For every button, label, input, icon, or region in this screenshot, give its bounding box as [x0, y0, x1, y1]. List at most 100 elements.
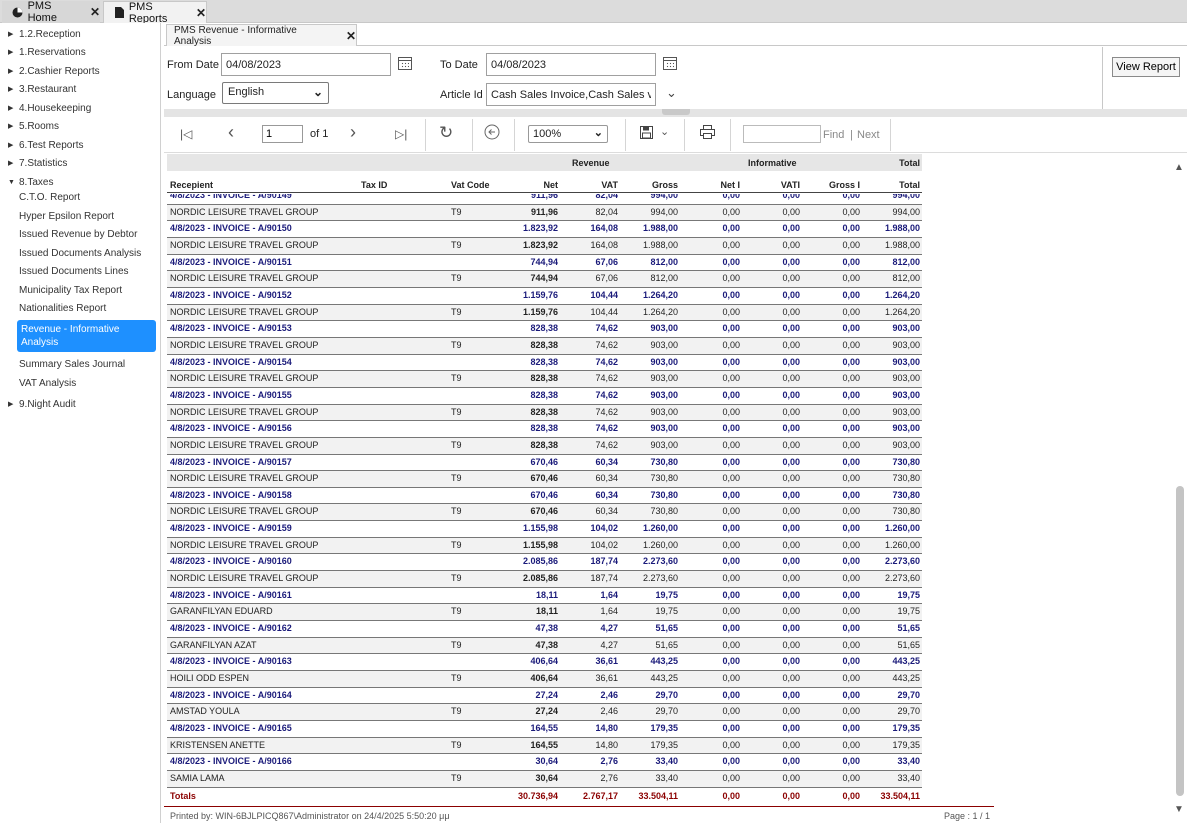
save-icon[interactable]	[640, 126, 653, 144]
cell-gross-i: 0,00	[842, 623, 860, 634]
chevron-down-icon[interactable]: ⌄	[666, 85, 677, 101]
close-icon[interactable]: ✕	[346, 29, 356, 43]
cell-vat-code: T9	[451, 306, 462, 317]
informative-group-header: Informative	[748, 158, 797, 168]
zoom-select[interactable]: 100% ⌄	[528, 125, 608, 143]
scroll-down-icon[interactable]: ▼	[1174, 804, 1184, 815]
cell-gross-i: 0,00	[842, 739, 860, 750]
chevron-down-icon[interactable]: ⌄	[660, 125, 669, 138]
cell-gross-i: 0,00	[842, 606, 860, 617]
cell-gross: 903,00	[650, 439, 678, 450]
sidebar-item-housekeeping[interactable]: ▶ 4.Housekeeping	[8, 100, 91, 116]
cell-vat: 74,62	[595, 339, 618, 350]
splitter[interactable]	[164, 109, 1187, 117]
print-icon[interactable]	[700, 125, 715, 144]
sidebar-item-vat-analysis[interactable]: VAT Analysis	[19, 375, 76, 391]
tab-pms-home[interactable]: PMS Home ✕	[2, 0, 100, 24]
sidebar-item-municipality-tax-report[interactable]: Municipality Tax Report	[19, 282, 122, 298]
next-button[interactable]: Next	[857, 129, 880, 141]
article-id-input[interactable]	[486, 83, 656, 106]
calendar-icon[interactable]	[398, 57, 412, 70]
footer-divider	[164, 806, 994, 807]
cell-net: 2.085,86	[522, 573, 558, 584]
cell-vati: 0,00	[782, 473, 800, 484]
cell-recepient: GARANFILYAN AZAT	[170, 639, 257, 650]
sidebar-item-nationalities-report[interactable]: Nationalities Report	[19, 300, 106, 316]
sidebar-item-issued-revenue-by-debtor[interactable]: Issued Revenue by Debtor	[19, 226, 137, 242]
splitter-grip[interactable]	[662, 109, 690, 115]
scroll-up-icon[interactable]: ▲	[1174, 162, 1184, 173]
tab-revenue-informative-analysis[interactable]: PMS Revenue - Informative Analysis ✕	[166, 24, 357, 47]
cell-net: 828,38	[530, 339, 558, 350]
view-report-button[interactable]: View Report	[1112, 57, 1180, 77]
first-page-icon[interactable]: |◁	[180, 127, 192, 141]
cell-total: 730,80	[892, 506, 920, 517]
cell-total: 2.273,60	[884, 556, 920, 567]
sidebar-item-cto-report[interactable]: C.T.O. Report	[19, 189, 80, 205]
find-input[interactable]	[743, 125, 821, 143]
language-select[interactable]: English ⌄	[222, 82, 329, 104]
sidebar-item-reception[interactable]: ▶ 1.2.Reception	[8, 26, 81, 42]
next-page-icon[interactable]: ›	[350, 122, 356, 143]
cell-gross: 29,70	[655, 706, 678, 717]
cell-total: 19,75	[897, 606, 920, 617]
recipient-row: HOILI ODD ESPEN T9 406,64 36,61 443,25 0,00 0,…	[167, 671, 922, 688]
prev-page-icon[interactable]: ‹	[228, 122, 234, 143]
page-number-input[interactable]	[262, 125, 303, 143]
cell-gross-i: 0,00	[842, 756, 860, 767]
sidebar-item-reservations[interactable]: ▶ 1.Reservations	[8, 44, 86, 60]
sidebar-item-summary-sales-journal[interactable]: Summary Sales Journal	[19, 356, 125, 372]
from-date-input[interactable]	[221, 53, 391, 76]
page-count-label: of 1	[310, 128, 329, 140]
cell-vati: 0,00	[782, 289, 800, 300]
total-net-i: 0,00	[722, 791, 740, 801]
sidebar-item-restaurant[interactable]: ▶ 3.Restaurant	[8, 81, 76, 97]
cell-gross-i: 0,00	[842, 656, 860, 667]
sidebar-item-revenue-informative-analysis[interactable]: Revenue - Informative Analysis	[17, 320, 156, 352]
sidebar-item-taxes[interactable]: ▼ 8.Taxes	[8, 174, 53, 190]
cell-net: 670,46	[530, 489, 558, 500]
cell-gross: 903,00	[650, 406, 678, 417]
cell-net-i: 0,00	[722, 739, 740, 750]
document-tab-bar: PMS Revenue - Informative Analysis ✕	[164, 23, 1187, 47]
sidebar-item-test-reports[interactable]: ▶ 6.Test Reports	[8, 137, 83, 153]
cell-net-i: 0,00	[722, 756, 740, 767]
close-icon[interactable]: ✕	[196, 6, 206, 20]
cell-net-i: 0,00	[722, 389, 740, 400]
sidebar-item-hyper-epsilon-report[interactable]: Hyper Epsilon Report	[19, 208, 114, 224]
to-date-input[interactable]	[486, 53, 656, 76]
cell-net-i: 0,00	[722, 573, 740, 584]
cell-gross: 1.988,00	[642, 223, 678, 234]
refresh-icon[interactable]: ↻	[439, 123, 453, 143]
cell-gross: 19,75	[655, 589, 678, 600]
cell-net-i: 0,00	[722, 289, 740, 300]
sidebar-item-cashier-reports[interactable]: ▶ 2.Cashier Reports	[8, 63, 100, 79]
last-page-icon[interactable]: ▷|	[395, 127, 407, 141]
cell-gross: 19,75	[655, 606, 678, 617]
sidebar-item-issued-documents-lines[interactable]: Issued Documents Lines	[19, 263, 129, 279]
cell-vat: 60,34	[595, 456, 618, 467]
calendar-icon[interactable]	[663, 57, 677, 70]
tab-pms-reports[interactable]: PMS Reports ✕	[103, 1, 207, 25]
find-button[interactable]: Find	[823, 129, 844, 141]
back-icon[interactable]	[484, 124, 500, 145]
sidebar-item-rooms[interactable]: ▶ 5.Rooms	[8, 118, 59, 134]
sidebar-item-night-audit[interactable]: ▶ 9.Night Audit	[8, 396, 76, 412]
divider	[1102, 47, 1103, 109]
vertical-scrollbar[interactable]: ▲ ▼	[1172, 160, 1187, 823]
sidebar-item-statistics[interactable]: ▶ 7.Statistics	[8, 155, 67, 171]
cell-net: 1.159,76	[522, 289, 558, 300]
cell-recepient: 4/8/2023 - INVOICE - A/90160	[170, 556, 292, 567]
cell-net-i: 0,00	[722, 639, 740, 650]
printed-by-text: Printed by: WIN-6BJLPICQ867\Administrato…	[170, 811, 450, 821]
caret-right-icon: ▶	[8, 49, 14, 56]
sidebar-item-issued-documents-analysis[interactable]: Issued Documents Analysis	[19, 245, 141, 261]
cell-recepient: NORDIC LEISURE TRAVEL GROUP	[170, 473, 319, 484]
cell-net: 828,38	[530, 356, 558, 367]
scrollbar-thumb[interactable]	[1176, 486, 1184, 796]
cell-net: 30,64	[535, 772, 558, 783]
close-icon[interactable]: ✕	[90, 5, 100, 19]
cell-recepient: NORDIC LEISURE TRAVEL GROUP	[170, 206, 319, 217]
cell-vat: 67,06	[595, 273, 618, 284]
cell-vati: 0,00	[782, 306, 800, 317]
